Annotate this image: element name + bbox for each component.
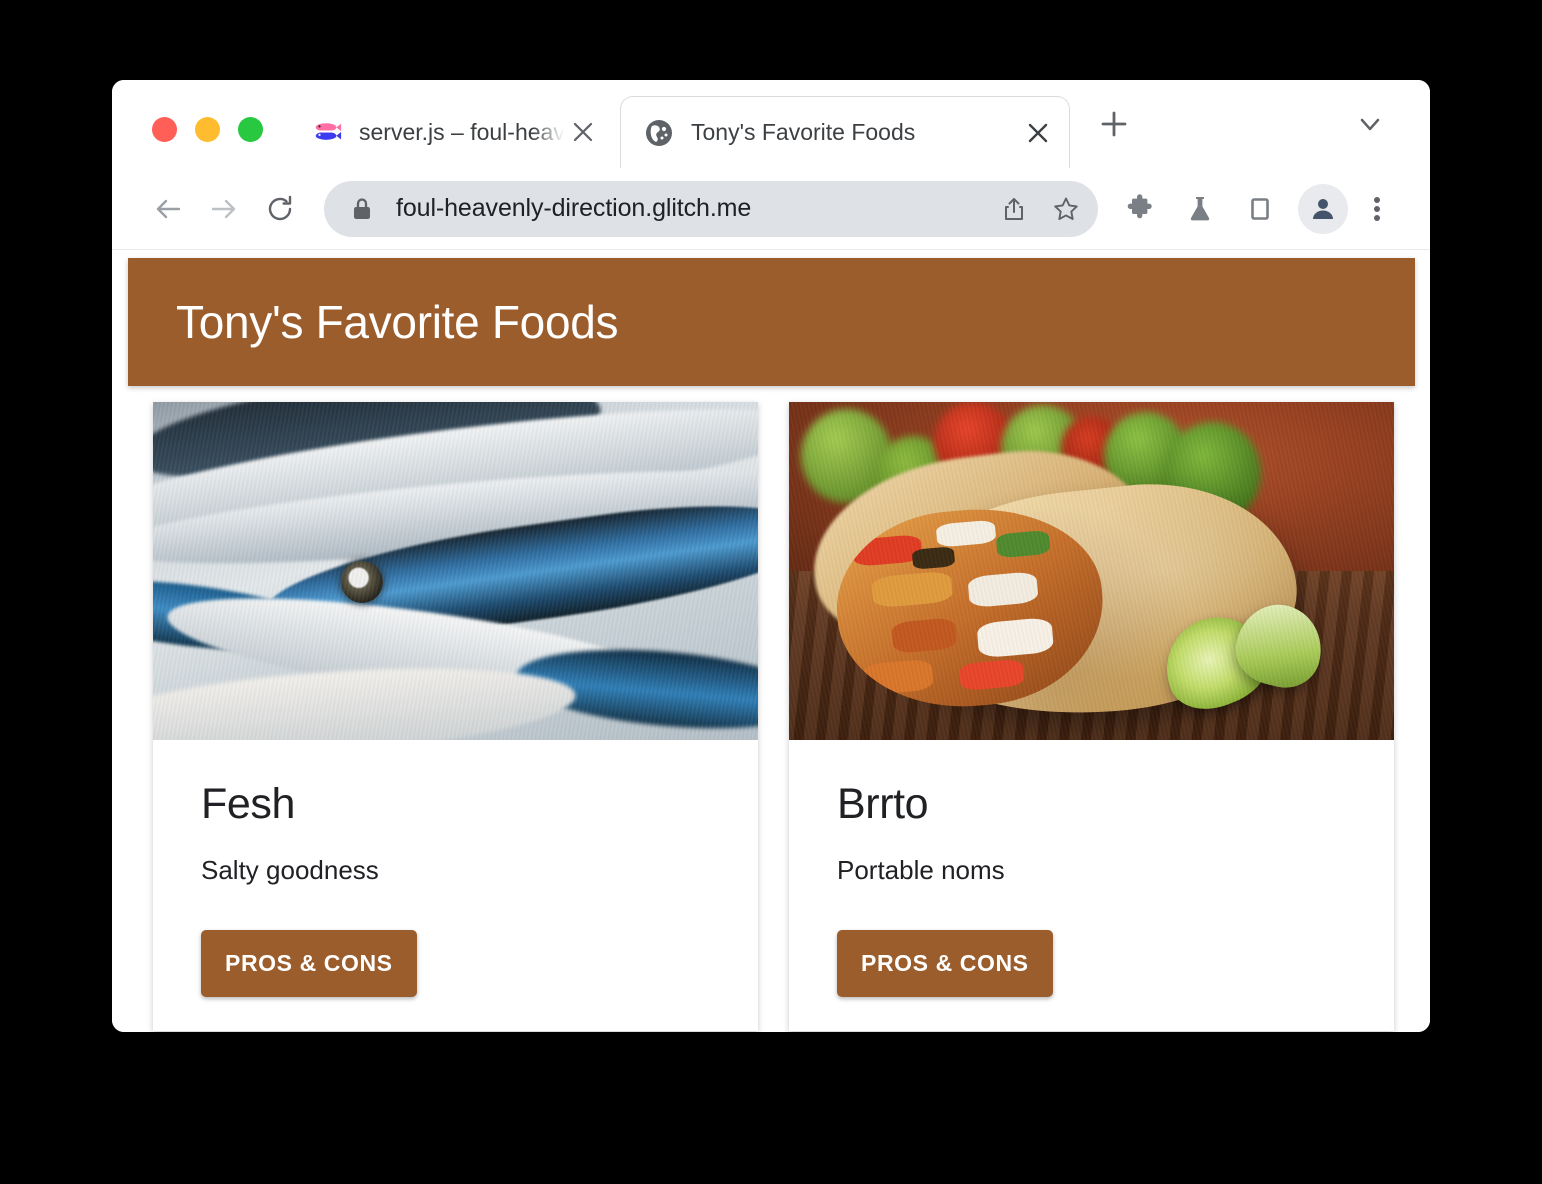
menu-dot [1374,214,1380,221]
window-traffic-lights [112,117,263,168]
forward-button[interactable] [196,181,252,237]
star-icon[interactable] [1040,183,1092,235]
share-icon[interactable] [988,183,1040,235]
address-bar[interactable]: foul-heavenly-direction.glitch.me [324,180,1098,237]
food-card[interactable]: Brrto Portable noms PROS & CONS [789,402,1394,1031]
window-zoom-button[interactable] [238,117,263,142]
chevron-down-icon[interactable] [1344,98,1396,150]
card-title: Brrto [837,780,929,828]
card-title: Fesh [201,780,295,828]
tab-tonys-favorite-foods[interactable]: Tony's Favorite Foods [620,96,1070,168]
profile-avatar[interactable] [1298,183,1348,234]
globe-icon [643,117,675,149]
browser-toolbar: foul-heavenly-direction.glitch.me [112,168,1430,250]
reload-button[interactable] [252,181,308,237]
pros-and-cons-button[interactable]: PROS & CONS [201,930,417,997]
tab-close-button[interactable] [1021,116,1055,150]
tab-close-button[interactable] [566,115,600,149]
puzzle-icon[interactable] [1110,181,1170,237]
back-button[interactable] [140,181,196,237]
site-header: Tony's Favorite Foods [128,258,1415,386]
new-tab-button[interactable] [1088,98,1140,150]
menu-dot [1374,205,1380,212]
food-card[interactable]: Fesh Salty goodness PROS & CONS [153,402,758,1031]
tab-strip-tools [1088,98,1140,168]
tab-title: server.js – foul-heavenly-direction [359,118,566,145]
pros-and-cons-button[interactable]: PROS & CONS [837,930,1053,997]
card-body: Brrto Portable noms PROS & CONS [789,740,1394,1031]
chicken-burrito-photo [789,402,1394,740]
lock-icon [350,196,374,222]
tab-strip: server.js – foul-heavenly-direction [112,80,1430,168]
page-title: Tony's Favorite Foods [176,296,619,348]
flask-icon[interactable] [1170,181,1230,237]
window-close-button[interactable] [152,117,177,142]
card-image-burrito [789,402,1394,740]
three-dot-menu-icon[interactable] [1354,181,1400,237]
card-description: Portable noms [837,855,1005,885]
card-image-fish [153,402,758,740]
address-bar-url[interactable]: foul-heavenly-direction.glitch.me [396,194,988,223]
card-actions: PROS & CONS [837,886,1346,997]
browser-window: server.js – foul-heavenly-direction [112,80,1430,1032]
card-actions: PROS & CONS [201,886,710,997]
mackerel-fish-photo [153,402,758,740]
tab-server-js[interactable]: server.js – foul-heavenly-direction [289,96,614,168]
page-viewport: Tony's Favorite Foods Fesh Salty goodnes… [112,250,1430,1032]
menu-dot [1374,196,1380,203]
carp-streamer-icon [311,116,343,148]
card-description: Salty goodness [201,855,379,885]
side-panel-icon[interactable] [1230,181,1290,237]
card-body: Fesh Salty goodness PROS & CONS [153,740,758,1031]
food-card-list: Fesh Salty goodness PROS & CONS Brrto Po… [153,402,1394,1031]
tab-list: server.js – foul-heavenly-direction [289,96,1140,168]
window-minimize-button[interactable] [195,117,220,142]
tab-title: Tony's Favorite Foods [691,119,916,145]
